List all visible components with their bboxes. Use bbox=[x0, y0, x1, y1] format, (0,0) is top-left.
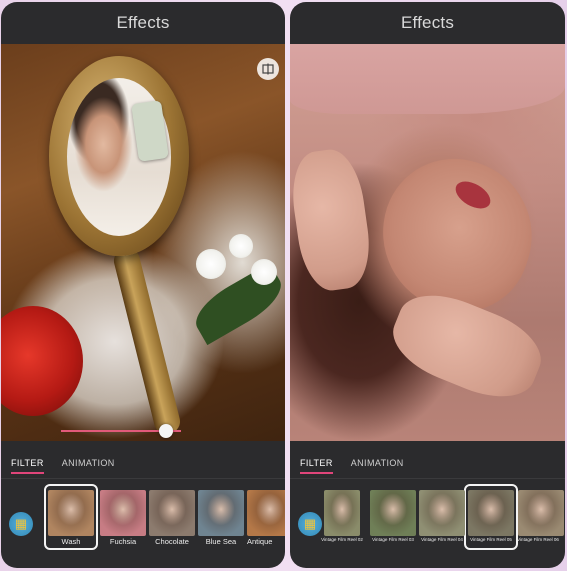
filter-thumbnail-vintage-film-reel-05[interactable] bbox=[468, 490, 514, 536]
filter-thumbnail-vintage-film-reel-03[interactable] bbox=[370, 490, 416, 536]
tab-animation[interactable]: ANIMATION bbox=[62, 458, 115, 474]
filter-thumbnail-vintage-film-reel-04[interactable] bbox=[419, 490, 465, 536]
photo-preview[interactable] bbox=[290, 44, 565, 441]
filter-label-vintage-film-reel-02: Vintage Film Reel 02 bbox=[321, 537, 363, 542]
filter-thumbnail-vintage-film-reel-06[interactable] bbox=[518, 490, 564, 536]
filter-label-vintage-film-reel-05: Vintage Film Reel 05 bbox=[470, 537, 512, 542]
filter-thumbnail-chocolate[interactable] bbox=[149, 490, 195, 536]
filter-label-vintage-film-reel-03: Vintage Film Reel 03 bbox=[372, 537, 414, 542]
store-icon[interactable]: ▦ bbox=[9, 512, 33, 536]
effects-tabs: FILTER ANIMATION bbox=[300, 458, 404, 474]
timeline-scrubber-handle[interactable] bbox=[159, 424, 173, 438]
filter-label-vintage-film-reel-06: Vintage Film Reel 06 bbox=[517, 537, 559, 542]
white-flower bbox=[229, 234, 253, 258]
effects-tabs: FILTER ANIMATION bbox=[11, 458, 115, 474]
filter-label-fuchsia: Fuchsia bbox=[109, 537, 137, 546]
tab-filter[interactable]: FILTER bbox=[11, 458, 44, 474]
filter-label-vintage-film-reel-04: Vintage Film Reel 04 bbox=[421, 537, 463, 542]
filter-strip[interactable]: ▦ Vintage Film Reel 02 Vintage Film Reel… bbox=[290, 484, 565, 552]
filter-label-chocolate: Chocolate bbox=[155, 537, 189, 546]
photo-preview[interactable] bbox=[1, 44, 285, 441]
white-flower bbox=[251, 259, 277, 285]
filter-thumbnail-antique[interactable] bbox=[247, 490, 285, 536]
store-icon[interactable]: ▦ bbox=[298, 512, 322, 536]
left-hand bbox=[290, 145, 376, 295]
pink-sweater bbox=[290, 44, 565, 114]
tabs-divider bbox=[290, 478, 565, 479]
mirror-handle bbox=[111, 245, 183, 437]
filter-thumbnail-wash[interactable] bbox=[48, 490, 94, 536]
filter-label-antique: Antique bbox=[247, 537, 273, 546]
filter-thumbnail-blue-sea[interactable] bbox=[198, 490, 244, 536]
white-flower bbox=[196, 249, 226, 279]
tab-filter[interactable]: FILTER bbox=[300, 458, 333, 474]
filter-strip[interactable]: ▦ Wash Fuchsia Chocolate Blue Sea Antiqu… bbox=[1, 484, 285, 552]
header-title: Effects bbox=[400, 13, 455, 32]
tab-animation[interactable]: ANIMATION bbox=[351, 458, 404, 474]
compare-icon[interactable] bbox=[257, 58, 279, 80]
header-title: Effects bbox=[116, 13, 170, 32]
left-phone-screen: Effects FILTER ANIMATION ▦ Wash Fuchsia … bbox=[1, 2, 285, 568]
tabs-divider bbox=[1, 478, 285, 479]
right-phone-screen: Effects FILTER ANIMATION ▦ Vintage Film … bbox=[290, 2, 565, 568]
filter-label-blue-sea: Blue Sea bbox=[205, 537, 237, 546]
red-rose bbox=[1, 306, 83, 416]
filter-thumbnail-fuchsia[interactable] bbox=[100, 490, 146, 536]
filter-thumbnail-vintage-film-reel-02[interactable] bbox=[324, 490, 360, 536]
filter-label-wash: Wash bbox=[61, 537, 81, 546]
